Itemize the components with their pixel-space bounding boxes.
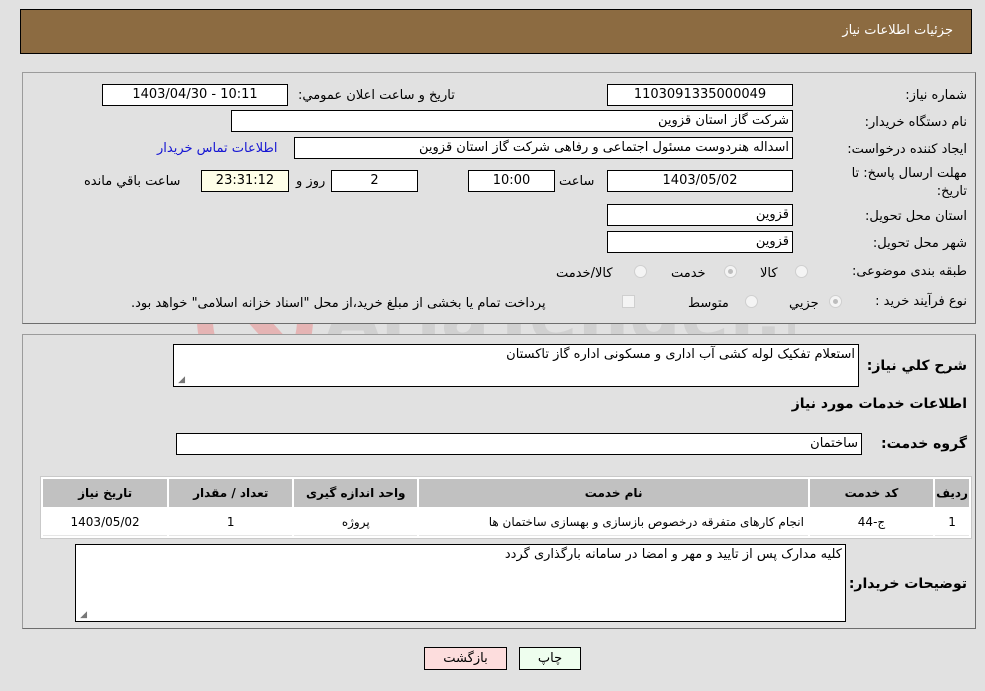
page-title: جزئيات اطلاعات نياز	[842, 23, 953, 38]
col-header-need-date: تاريخ نياز	[43, 479, 168, 507]
page-header: جزئيات اطلاعات نياز	[20, 9, 972, 54]
col-header-row-number: رديف	[935, 479, 969, 507]
purchase-type-radio-medium[interactable]	[745, 295, 758, 308]
purchase-type-radio-minor[interactable]	[829, 295, 842, 308]
cell-unit: پروژه	[294, 509, 418, 536]
city-field: قزوین	[607, 231, 793, 253]
category-option-goods: کالا	[760, 266, 778, 281]
cell-row-number: 1	[935, 509, 969, 536]
treasury-note: پرداخت تمام یا بخشی از مبلغ خرید،از محل …	[131, 296, 546, 311]
category-option-service: خدمت	[671, 266, 706, 281]
time-remaining-field: 23:31:12	[201, 170, 289, 192]
requester-field: اسداله هنردوست مسئول اجتماعی و رفاهی شرک…	[294, 137, 793, 159]
treasury-checkbox[interactable]	[622, 295, 635, 308]
province-field: قزوین	[607, 204, 793, 226]
need-number-field: 1103091335000049	[607, 84, 793, 106]
services-section-title: اطلاعات خدمات مورد نياز	[791, 396, 967, 412]
col-header-service-code: کد خدمت	[809, 479, 934, 507]
buyer-contact-link[interactable]: اطلاعات تماس خریدار	[157, 141, 277, 156]
city-label: شهر محل تحویل:	[872, 236, 967, 251]
days-remaining-field: 2	[331, 170, 418, 192]
service-group-label: گروه خدمت:	[881, 436, 967, 452]
col-header-service-name: نام خدمت	[419, 479, 808, 507]
category-option-goods-service: کالا/خدمت	[556, 266, 613, 281]
resize-handle-icon[interactable]: ◢	[78, 611, 87, 620]
description-textarea[interactable]: استعلام تفکیک لوله کشی آب اداری و مسکونی…	[173, 344, 859, 387]
deadline-label: مهلت ارسال پاسخ: تا تاریخ:	[851, 166, 967, 199]
announce-datetime-label: تاريخ و ساعت اعلان عمومي:	[298, 88, 455, 103]
deadline-time-label: ساعت	[559, 174, 595, 189]
buyer-org-field: شرکت گاز استان قزوین	[231, 110, 793, 132]
service-group-field: ساختمان	[176, 433, 862, 455]
purchase-type-option-medium: متوسط	[688, 296, 729, 311]
resize-handle-icon[interactable]: ◢	[176, 376, 185, 385]
cell-quantity: 1	[169, 509, 293, 536]
deadline-date-field: 1403/05/02	[607, 170, 793, 192]
deadline-time-field: 10:00	[468, 170, 555, 192]
description-text: استعلام تفکیک لوله کشی آب اداری و مسکونی…	[506, 347, 855, 362]
col-header-quantity: تعداد / مقدار	[169, 479, 293, 507]
cell-service-code: ج-44	[809, 509, 934, 536]
announce-datetime-field: 1403/04/30 - 10:11	[102, 84, 288, 106]
col-header-unit: واحد اندازه گیری	[294, 479, 418, 507]
table-header-row: رديف کد خدمت نام خدمت واحد اندازه گیری ت…	[43, 479, 969, 507]
requester-label: ایجاد کننده درخواست:	[847, 142, 967, 157]
category-radio-goods[interactable]	[795, 265, 808, 278]
category-label: طبقه بندی موضوعی:	[851, 264, 967, 279]
purchase-type-option-minor: جزيي	[789, 296, 819, 311]
buyer-org-label: نام دستگاه خریدار:	[864, 115, 967, 130]
services-table: رديف کد خدمت نام خدمت واحد اندازه گیری ت…	[40, 476, 972, 539]
print-button[interactable]: چاپ	[519, 647, 581, 670]
table-row: 1 ج-44 انجام کارهای متفرقه درخصوص بازساز…	[43, 509, 969, 536]
buyer-notes-label: توضيحات خريدار:	[848, 576, 967, 592]
days-label: روز و	[296, 174, 326, 189]
cell-need-date: 1403/05/02	[43, 509, 168, 536]
category-radio-service[interactable]	[724, 265, 737, 278]
category-radio-goods-service[interactable]	[634, 265, 647, 278]
need-number-label: شماره نیاز:	[905, 88, 967, 103]
time-remaining-label: ساعت باقي مانده	[84, 174, 181, 189]
province-label: استان محل تحویل:	[865, 209, 967, 224]
back-button[interactable]: بازگشت	[424, 647, 507, 670]
cell-service-name: انجام کارهای متفرقه درخصوص بازسازی و بهس…	[419, 509, 808, 536]
buyer-notes-text: کلیه مدارک پس از تایید و مهر و امضا در س…	[504, 547, 842, 562]
purchase-type-label: نوع فرآیند خرید :	[875, 294, 967, 309]
buyer-notes-textarea[interactable]: کلیه مدارک پس از تایید و مهر و امضا در س…	[75, 544, 846, 622]
description-label: شرح كلي نياز:	[866, 358, 967, 374]
